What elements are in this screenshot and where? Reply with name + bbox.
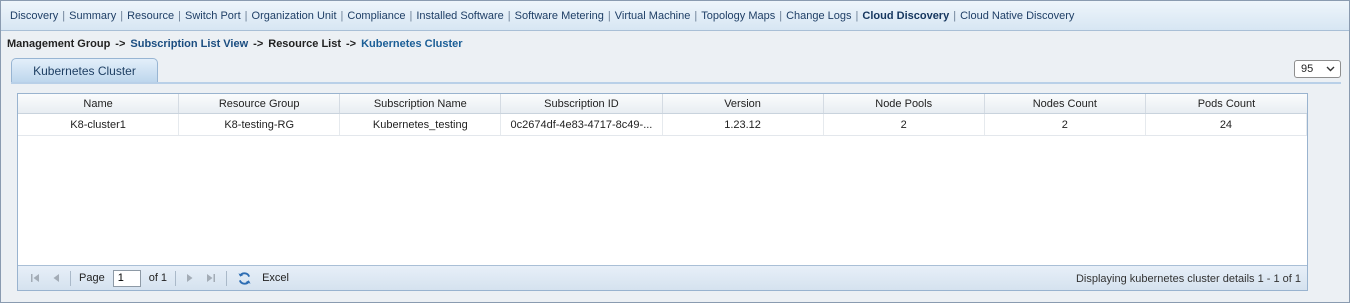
top-navigation: Discovery | Summary | Resource | Switch … <box>1 1 1349 31</box>
previous-page-icon[interactable] <box>52 273 60 283</box>
cell-subscription-name: Kubernetes_testing <box>340 114 502 135</box>
cell-pods-count: 24 <box>1146 114 1307 135</box>
column-header-version[interactable]: Version <box>663 94 824 113</box>
cell-subscription-id: 0c2674df-4e83-4717-8c49-... <box>501 114 663 135</box>
nav-change-logs[interactable]: Change Logs <box>782 10 855 22</box>
nav-cloud-native-discovery[interactable]: Cloud Native Discovery <box>956 10 1078 22</box>
chevron-down-icon <box>1326 64 1335 74</box>
column-header-nodes-count[interactable]: Nodes Count <box>985 94 1146 113</box>
toolbar-divider <box>70 270 71 286</box>
breadcrumb: Management Group -> Subscription List Vi… <box>7 37 463 51</box>
breadcrumb-arrow: -> <box>346 38 357 50</box>
column-header-subscription-name[interactable]: Subscription Name <box>340 94 502 113</box>
nav-installed-software[interactable]: Installed Software <box>412 10 507 22</box>
kubernetes-cluster-grid: Name Resource Group Subscription Name Su… <box>17 93 1308 291</box>
breadcrumb-subscription-list-view[interactable]: Subscription List View <box>130 38 248 50</box>
column-header-pods-count[interactable]: Pods Count <box>1146 94 1307 113</box>
nav-cloud-discovery[interactable]: Cloud Discovery <box>858 10 953 22</box>
tab-kubernetes-cluster[interactable]: Kubernetes Cluster <box>11 58 158 83</box>
page-size-value: 95 <box>1301 63 1314 75</box>
column-header-name[interactable]: Name <box>18 94 180 113</box>
page-number-input[interactable] <box>112 269 141 287</box>
nav-switch-port[interactable]: Switch Port <box>181 10 245 22</box>
cell-nodes-count: 2 <box>985 114 1146 135</box>
paging-status: Displaying kubernetes cluster details 1 … <box>1075 272 1301 285</box>
toolbar-divider <box>175 270 177 286</box>
nav-summary[interactable]: Summary <box>65 10 120 22</box>
last-page-icon[interactable] <box>206 273 216 283</box>
tab-strip-underline <box>11 82 1341 84</box>
breadcrumb-resource-list[interactable]: Resource List <box>268 38 341 50</box>
paging-toolbar: Page of 1 Excel Displaying kubernetes c <box>18 265 1307 290</box>
cell-version: 1.23.12 <box>663 114 824 135</box>
nav-discovery[interactable]: Discovery <box>6 10 62 22</box>
nav-virtual-machine[interactable]: Virtual Machine <box>611 10 695 22</box>
tab-label: Kubernetes Cluster <box>33 64 136 78</box>
nav-resource[interactable]: Resource <box>123 10 178 22</box>
cell-resource-group: K8-testing-RG <box>179 114 341 135</box>
breadcrumb-kubernetes-cluster: Kubernetes Cluster <box>361 38 463 50</box>
breadcrumb-management-group[interactable]: Management Group <box>7 38 110 50</box>
nav-compliance[interactable]: Compliance <box>343 10 409 22</box>
app-frame: Discovery | Summary | Resource | Switch … <box>0 0 1350 303</box>
cell-name: K8-cluster1 <box>18 114 180 135</box>
breadcrumb-arrow: -> <box>253 38 264 50</box>
page-count-label: of 1 <box>148 272 168 284</box>
breadcrumb-arrow: -> <box>115 38 126 50</box>
column-header-node-pools[interactable]: Node Pools <box>824 94 985 113</box>
excel-export-button[interactable]: Excel <box>262 272 289 284</box>
nav-software-metering[interactable]: Software Metering <box>511 10 608 22</box>
column-header-resource-group[interactable]: Resource Group <box>179 94 341 113</box>
column-header-subscription-id[interactable]: Subscription ID <box>501 94 663 113</box>
nav-organization-unit[interactable]: Organization Unit <box>248 10 341 22</box>
next-page-icon[interactable] <box>186 273 194 283</box>
grid-header: Name Resource Group Subscription Name Su… <box>18 94 1307 114</box>
first-page-icon[interactable] <box>30 273 40 283</box>
cell-node-pools: 2 <box>824 114 985 135</box>
refresh-icon[interactable] <box>237 271 252 286</box>
toolbar-divider <box>226 270 228 286</box>
page-size-select[interactable]: 95 <box>1294 60 1341 78</box>
nav-topology-maps[interactable]: Topology Maps <box>697 10 779 22</box>
table-row[interactable]: K8-cluster1 K8-testing-RG Kubernetes_tes… <box>18 114 1307 136</box>
page-label: Page <box>79 272 105 284</box>
